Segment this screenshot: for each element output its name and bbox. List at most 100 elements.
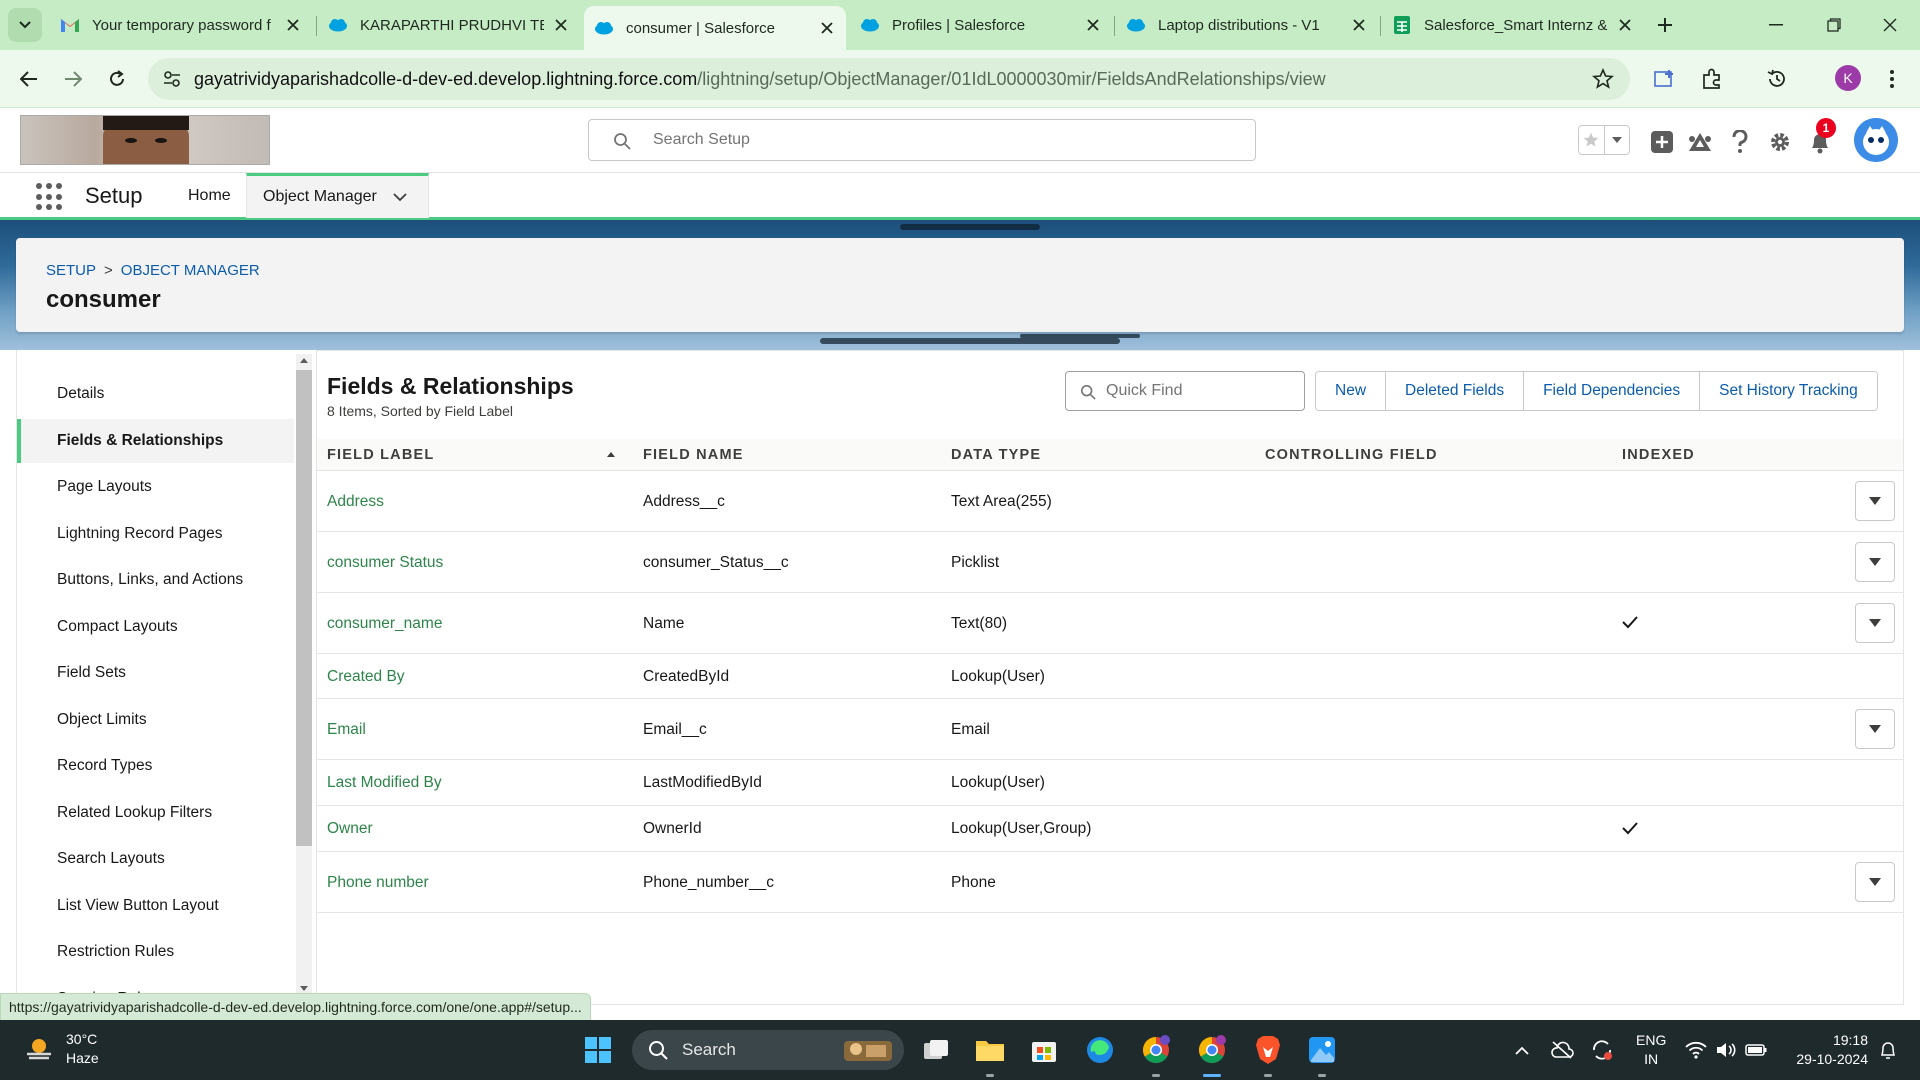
browser-menu-button[interactable] xyxy=(1877,64,1907,94)
org-logo-photo[interactable] xyxy=(20,115,270,165)
breadcrumb-setup[interactable]: SETUP xyxy=(46,262,96,279)
volume-button[interactable] xyxy=(1714,1038,1738,1062)
app-launcher-icon[interactable] xyxy=(36,183,64,211)
row-actions-button[interactable] xyxy=(1855,862,1895,902)
column-header-data-type[interactable]: DATA TYPE xyxy=(951,447,1041,463)
bookmark-star-icon[interactable] xyxy=(1592,68,1614,90)
chevron-down-icon[interactable] xyxy=(393,192,407,202)
browser-profile-avatar[interactable]: K xyxy=(1835,65,1861,91)
new-tab-button[interactable] xyxy=(1652,12,1678,38)
column-header-field-name[interactable]: FIELD NAME xyxy=(643,447,744,463)
scrollbar-thumb[interactable] xyxy=(296,370,312,846)
scroll-down-arrow[interactable] xyxy=(300,986,308,991)
restore-button[interactable] xyxy=(1820,12,1848,38)
field-label-link[interactable]: Created By xyxy=(327,668,405,686)
sidebar-item-details[interactable]: Details xyxy=(17,372,294,416)
onedrive-button[interactable] xyxy=(1550,1038,1574,1062)
scroll-up-arrow[interactable] xyxy=(300,358,308,363)
taskbar-search[interactable]: Search xyxy=(632,1030,904,1070)
sidebar-item-compact-layouts[interactable]: Compact Layouts xyxy=(17,605,294,649)
sidebar-scrollbar[interactable] xyxy=(296,354,312,994)
breadcrumb-object-manager[interactable]: OBJECT MANAGER xyxy=(121,262,260,279)
reload-button[interactable] xyxy=(102,64,132,94)
sidebar-item-page-layouts[interactable]: Page Layouts xyxy=(17,465,294,509)
browser-tab-consumer[interactable]: consumer | Salesforce xyxy=(584,6,846,50)
photos-app-button[interactable] xyxy=(1304,1032,1340,1068)
setup-gear-button[interactable] xyxy=(1766,128,1794,156)
sidebar-item-restriction-rules[interactable]: Restriction Rules xyxy=(17,930,294,974)
task-view-button[interactable] xyxy=(918,1032,954,1068)
sidebar-item-related-lookup-filters[interactable]: Related Lookup Filters xyxy=(17,791,294,835)
field-label-link[interactable]: consumer_name xyxy=(327,615,442,633)
site-settings-icon[interactable] xyxy=(162,69,182,89)
field-label-link[interactable]: Phone number xyxy=(327,874,429,892)
address-bar[interactable]: gayatrividyaparishadcolle-d-dev-ed.devel… xyxy=(148,58,1630,100)
sidebar-item-fields-relationships[interactable]: Fields & Relationships xyxy=(17,419,294,463)
close-window-button[interactable] xyxy=(1876,12,1904,38)
tab-search-button[interactable] xyxy=(8,8,42,42)
close-icon[interactable] xyxy=(284,16,302,34)
deleted-fields-button[interactable]: Deleted Fields xyxy=(1385,372,1524,410)
close-icon[interactable] xyxy=(552,16,570,34)
sidebar-item-field-sets[interactable]: Field Sets xyxy=(17,651,294,695)
sidebar-item-list-view-button-layout[interactable]: List View Button Layout xyxy=(17,884,294,928)
sidebar-item-search-layouts[interactable]: Search Layouts xyxy=(17,837,294,881)
browser-tab-karaparthi[interactable]: KARAPARTHI PRUDHVI TEJ xyxy=(318,8,580,42)
row-actions-button[interactable] xyxy=(1855,481,1895,521)
brave-button[interactable] xyxy=(1250,1032,1286,1068)
column-header-field-label[interactable]: FIELD LABEL xyxy=(327,447,434,463)
browser-tab-laptop[interactable]: Laptop distributions - V1 xyxy=(1116,8,1378,42)
trailhead-button[interactable] xyxy=(1686,128,1714,156)
notification-center-button[interactable] xyxy=(1876,1038,1900,1062)
field-label-link[interactable]: Owner xyxy=(327,820,373,838)
nav-item-object-manager[interactable]: Object Manager xyxy=(246,173,429,218)
forward-button[interactable] xyxy=(58,64,88,94)
show-hidden-icons-button[interactable] xyxy=(1510,1038,1534,1062)
row-actions-button[interactable] xyxy=(1855,709,1895,749)
field-dependencies-button[interactable]: Field Dependencies xyxy=(1523,372,1700,410)
new-field-button[interactable]: New xyxy=(1316,372,1386,410)
sidebar-item-record-types[interactable]: Record Types xyxy=(17,744,294,788)
setup-search-input[interactable]: Search Setup xyxy=(588,119,1256,161)
weather-widget[interactable]: 30°C Haze xyxy=(24,1030,99,1068)
favorite-star-button[interactable] xyxy=(1579,126,1604,154)
row-actions-button[interactable] xyxy=(1855,542,1895,582)
browser-tab-gmail[interactable]: Your temporary password f xyxy=(50,8,312,42)
column-header-indexed[interactable]: INDEXED xyxy=(1622,447,1695,463)
field-label-link[interactable]: Last Modified By xyxy=(327,774,442,792)
close-icon[interactable] xyxy=(1084,16,1102,34)
battery-button[interactable] xyxy=(1744,1038,1768,1062)
sort-ascending-icon[interactable] xyxy=(607,452,615,457)
browser-tab-profiles[interactable]: Profiles | Salesforce xyxy=(850,8,1112,42)
sidebar-item-buttons-links-actions[interactable]: Buttons, Links, and Actions xyxy=(17,558,294,602)
global-actions-button[interactable] xyxy=(1648,128,1676,156)
extensions-button[interactable] xyxy=(1697,64,1727,94)
microsoft-store-button[interactable] xyxy=(1026,1032,1062,1068)
field-label-link[interactable]: Email xyxy=(327,721,366,739)
history-button[interactable] xyxy=(1762,64,1792,94)
row-actions-button[interactable] xyxy=(1855,603,1895,643)
field-label-link[interactable]: Address xyxy=(327,493,384,511)
quick-find-input[interactable]: Quick Find xyxy=(1065,371,1305,411)
browser-tab-sheet[interactable]: Salesforce_Smart Internz & xyxy=(1382,8,1644,42)
close-icon[interactable] xyxy=(1616,16,1634,34)
chrome-profile-p-button[interactable] xyxy=(1138,1032,1174,1068)
edge-button[interactable] xyxy=(1082,1032,1118,1068)
favorites-menu-button[interactable] xyxy=(1603,126,1630,154)
close-icon[interactable] xyxy=(1350,16,1368,34)
close-icon[interactable] xyxy=(818,19,836,37)
start-button[interactable] xyxy=(580,1032,616,1068)
back-button[interactable] xyxy=(14,64,44,94)
help-button[interactable] xyxy=(1726,128,1754,156)
sidebar-item-lightning-record-pages[interactable]: Lightning Record Pages xyxy=(17,512,294,556)
sync-status-button[interactable] xyxy=(1590,1038,1614,1062)
minimize-button[interactable] xyxy=(1762,12,1790,38)
field-label-link[interactable]: consumer Status xyxy=(327,554,443,572)
nav-item-home[interactable]: Home xyxy=(172,173,247,218)
sidebar-item-object-limits[interactable]: Object Limits xyxy=(17,698,294,742)
user-avatar[interactable] xyxy=(1854,118,1898,162)
input-language-indicator[interactable]: ENG IN xyxy=(1636,1031,1666,1069)
file-explorer-button[interactable] xyxy=(972,1032,1008,1068)
column-header-controlling-field[interactable]: CONTROLLING FIELD xyxy=(1265,447,1438,463)
wifi-button[interactable] xyxy=(1684,1038,1708,1062)
